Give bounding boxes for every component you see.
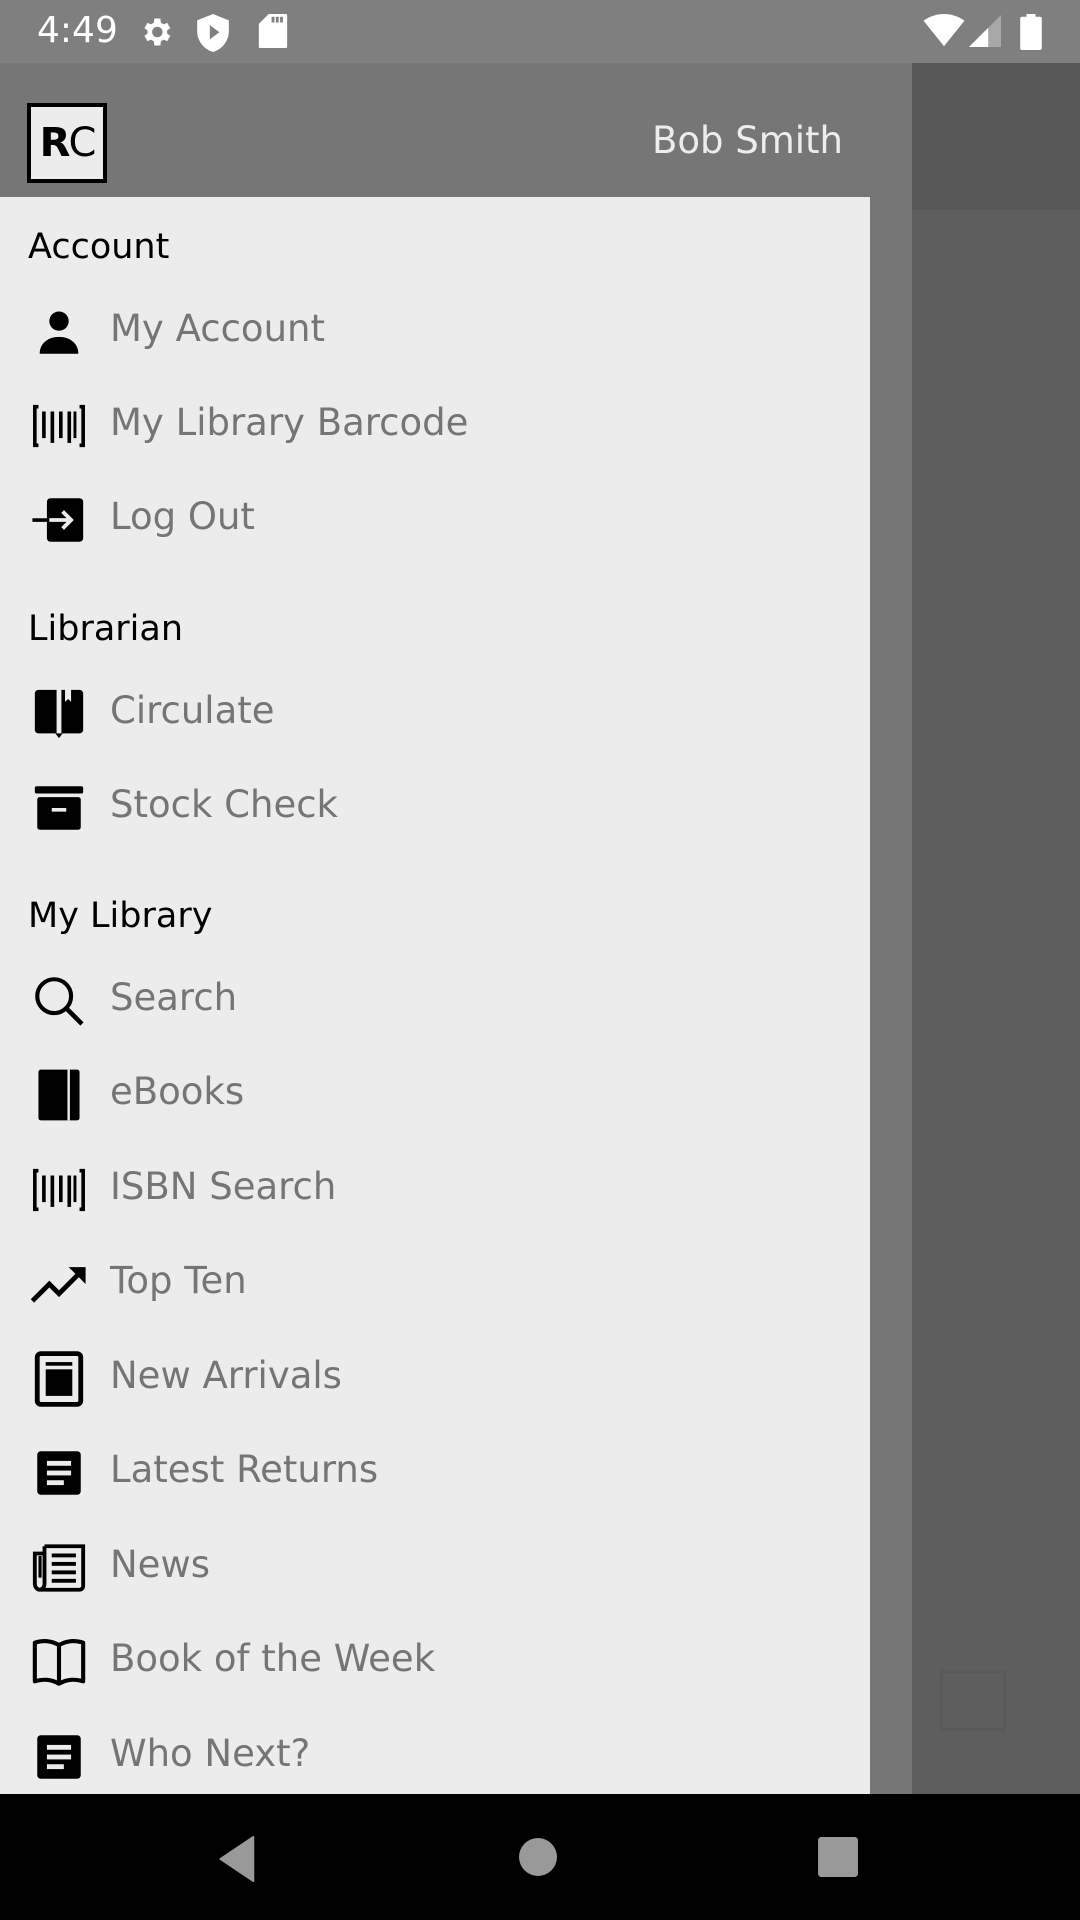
person-icon — [39, 311, 79, 354]
menu-item-who-next[interactable]: Who Next? — [0, 1710, 870, 1800]
menu-item-label: Who Next? — [110, 1732, 311, 1775]
menu-item-label: Top Ten — [110, 1259, 247, 1302]
section-header-librarian: Librarian — [28, 609, 184, 649]
app-bar-behind-scrim — [912, 63, 1080, 210]
menu-item-my-account[interactable]: My Account — [0, 285, 870, 375]
menu-item-label: Log Out — [110, 495, 255, 538]
menu-item-label: News — [110, 1543, 210, 1586]
menu-item-my-library-barcode[interactable]: My Library Barcode — [0, 379, 870, 469]
barcode-icon — [33, 1168, 85, 1212]
menu-item-top-ten[interactable]: Top Ten — [0, 1237, 870, 1327]
menu-item-label: Circulate — [110, 689, 275, 732]
archive-box-icon — [34, 786, 84, 830]
menu-item-search[interactable]: Search — [0, 954, 870, 1044]
menu-item-label: Stock Check — [110, 783, 338, 826]
status-time: 4:49 — [37, 10, 118, 51]
system-nav-bar — [0, 1794, 1080, 1920]
menu-item-latest-returns[interactable]: Latest Returns — [0, 1426, 870, 1516]
book-bookmark-icon — [34, 689, 84, 739]
menu-item-new-arrivals[interactable]: New Arrivals — [0, 1332, 870, 1422]
drawer-header: RC Bob Smith — [0, 63, 912, 197]
obscured-icon — [940, 1670, 1006, 1731]
menu-item-label: ISBN Search — [110, 1165, 337, 1208]
scrim-overlay[interactable] — [912, 63, 1080, 1794]
menu-item-news[interactable]: News — [0, 1521, 870, 1611]
ebook-icon — [38, 1069, 80, 1121]
battery-icon — [1020, 14, 1042, 50]
menu-item-ebooks[interactable]: eBooks — [0, 1048, 870, 1138]
recents-button[interactable] — [817, 1836, 859, 1878]
gear-icon — [144, 18, 171, 46]
menu-item-label: My Account — [110, 307, 325, 350]
menu-item-label: My Library Barcode — [110, 401, 469, 444]
article-icon — [37, 1451, 81, 1495]
new-arrivals-icon — [34, 1351, 84, 1407]
menu-item-label: New Arrivals — [110, 1354, 342, 1397]
section-header-my-library: My Library — [28, 896, 213, 936]
logo-letter-c: C — [68, 120, 96, 166]
newspaper-icon — [32, 1544, 86, 1592]
shield-play-icon — [197, 14, 229, 52]
menu-item-log-out[interactable]: Log Out — [0, 473, 870, 563]
back-button[interactable] — [218, 1836, 258, 1882]
drawer-edge — [870, 197, 912, 1794]
home-button[interactable] — [518, 1837, 558, 1877]
trending-up-icon — [30, 1267, 86, 1303]
menu-item-book-of-the-week[interactable]: Book of the Week — [0, 1615, 870, 1705]
menu-item-label: Book of the Week — [110, 1637, 436, 1680]
search-icon — [35, 977, 84, 1026]
user-name: Bob Smith — [651, 119, 843, 162]
logo-letter-r: R — [39, 120, 71, 166]
barcode-icon — [33, 404, 85, 448]
status-bar: 4:49 — [0, 0, 1080, 63]
menu-item-isbn-search[interactable]: ISBN Search — [0, 1143, 870, 1233]
open-book-icon — [32, 1639, 86, 1686]
sd-card-icon — [258, 14, 288, 48]
menu-item-label: Search — [110, 976, 238, 1019]
menu-item-circulate[interactable]: Circulate — [0, 667, 870, 757]
navigation-drawer: Account My Account My Library Barcode Lo… — [0, 197, 870, 1794]
menu-item-label: Latest Returns — [110, 1448, 379, 1491]
signal-icon — [969, 15, 1001, 47]
menu-item-label: eBooks — [110, 1070, 245, 1113]
article-icon — [37, 1735, 81, 1779]
menu-item-stock-check[interactable]: Stock Check — [0, 761, 870, 851]
logout-icon — [32, 498, 84, 542]
section-header-account: Account — [28, 227, 170, 267]
app-logo: RC — [27, 103, 107, 183]
wifi-icon — [923, 14, 965, 47]
